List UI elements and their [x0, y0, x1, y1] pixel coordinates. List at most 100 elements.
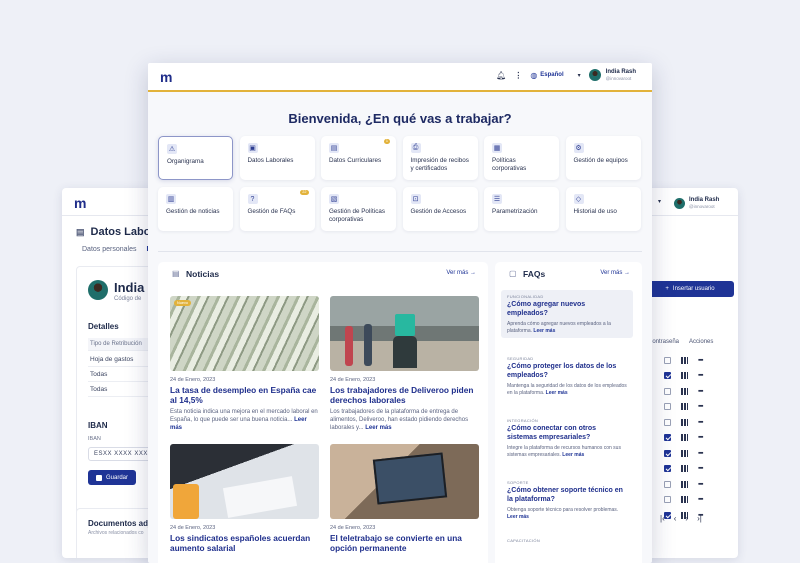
shortcut-tile-gestión-de-accesos[interactable]: ⊡ Gestión de Accesos: [402, 187, 478, 231]
row-checkbox[interactable]: [664, 387, 671, 395]
row-checkbox[interactable]: [664, 372, 671, 379]
news-see-more-link[interactable]: Ver más →: [446, 270, 476, 276]
qr-icon[interactable]: [681, 496, 688, 503]
news-card[interactable]: Nuevo 24 de Enero, 2023 La tasa de desem…: [170, 296, 319, 432]
more-icon[interactable]: ▪▪▪: [698, 388, 704, 395]
shortcut-label: Políticas corporativas: [492, 157, 527, 172]
shortcut-tile-gestión-de-equipos[interactable]: ⚙ Gestión de equipos: [565, 136, 641, 180]
more-icon[interactable]: ▪▪▪: [698, 403, 704, 410]
news-desc: Esta noticia indica una mejora en el mer…: [170, 408, 319, 432]
news-title-text: El teletrabajo se convierte en una opció…: [330, 533, 462, 553]
news-card[interactable]: 24 de Enero, 2023 El teletrabajo se conv…: [330, 444, 479, 553]
kebab-icon[interactable]: ⋮: [514, 71, 522, 80]
faq-item[interactable]: INTEGRACIÓN ¿Cómo conectar con otros sis…: [501, 414, 633, 462]
language-selector[interactable]: ◍ Español: [530, 71, 563, 80]
prev-page-button[interactable]: ‹: [674, 514, 677, 523]
faq-answer: Mantenga la seguridad de los datos de lo…: [507, 383, 627, 396]
more-icon[interactable]: ▪▪▪: [698, 465, 704, 472]
table-row: ▪▪▪: [664, 371, 734, 381]
read-more-link[interactable]: Leer más: [546, 390, 568, 396]
read-more-link[interactable]: Leer más: [365, 425, 391, 431]
shortcut-tile-historial-de-uso[interactable]: ◇ Historial de uso: [565, 187, 641, 231]
more-icon[interactable]: ▪▪▪: [698, 496, 704, 503]
faqs-section: ▢ FAQs Ver más → FUNCIONALIDAD ¿Cómo agr…: [495, 262, 642, 563]
news-card[interactable]: 24 de Enero, 2023 Los trabajadores de De…: [330, 296, 479, 432]
row-checkbox[interactable]: [664, 418, 671, 426]
shortcut-tile-impresión-de-recibos-y-certificados[interactable]: ⎙ Impresión de recibos y certificados: [402, 136, 478, 180]
avatar: [674, 197, 685, 209]
shortcut-tile-gestión-de-faqs[interactable]: ? Gestión de FAQs 22: [239, 187, 315, 231]
qr-icon[interactable]: [681, 403, 688, 410]
more-icon[interactable]: ▪▪▪: [698, 357, 704, 364]
faq-answer-text: Obtenga soporte técnico para resolver pr…: [507, 507, 619, 513]
more-icon[interactable]: ▪▪▪: [698, 450, 704, 457]
table-row: ▪▪▪: [664, 464, 734, 474]
more-icon[interactable]: ▪▪▪: [698, 434, 704, 441]
news-card[interactable]: 24 de Enero, 2023 Los sindicatos español…: [170, 444, 319, 553]
chevron-down-icon[interactable]: ▾: [578, 72, 581, 79]
news-title-text: Los trabajadores de Deliveroo piden dere…: [330, 385, 474, 405]
logo[interactable]: m: [160, 69, 172, 85]
street-image: [330, 296, 479, 371]
documents-title: Documentos adju: [88, 519, 156, 528]
shortcut-tile-organigrama[interactable]: ⚠ Organigrama: [158, 136, 233, 180]
qr-icon[interactable]: [681, 418, 688, 426]
more-icon[interactable]: ▪▪▪: [698, 372, 704, 379]
qr-icon[interactable]: [681, 356, 688, 364]
row-checkbox[interactable]: [664, 465, 671, 472]
shortcut-tile-datos-laborales[interactable]: ▣ Datos Laborales: [239, 136, 315, 180]
faq-answer: Integre la plataforma de recursos humano…: [507, 445, 627, 458]
shortcut-tile-políticas-corporativas[interactable]: ▦ Políticas corporativas: [484, 136, 559, 180]
table-row: ▪▪▪: [664, 402, 734, 412]
bell-icon[interactable]: 🔔︎: [496, 71, 506, 80]
user-email: @innovaroot: [689, 204, 715, 209]
more-icon[interactable]: ▪▪▪: [698, 419, 704, 426]
qr-icon[interactable]: [681, 449, 688, 457]
profile-sub: Código de: [114, 296, 142, 302]
row-checkbox[interactable]: [664, 434, 671, 441]
faq-item[interactable]: FUNCIONALIDAD ¿Cómo agregar nuevos emple…: [501, 290, 633, 338]
rider-shape: [393, 336, 417, 368]
table-row: ▪▪▪: [664, 355, 734, 365]
user-menu[interactable]: India Rash @innovaroot: [588, 69, 636, 81]
more-icon[interactable]: ▪▪▪: [698, 481, 704, 488]
news-icon: ▤: [172, 269, 180, 278]
read-more-link[interactable]: Leer más: [507, 514, 529, 520]
shortcut-tile-datos-curriculares[interactable]: ▤ Datos Curriculares 1: [321, 136, 396, 180]
qr-icon[interactable]: [681, 465, 688, 472]
qr-icon[interactable]: [681, 480, 688, 488]
last-page-button[interactable]: ›|: [697, 514, 702, 523]
chevron-down-icon[interactable]: ▾: [658, 198, 661, 205]
user-name: India Rash: [605, 69, 636, 75]
qr-icon[interactable]: [681, 434, 688, 441]
user-menu[interactable]: India Rash @innovaroot: [674, 197, 719, 209]
faq-item[interactable]: SEGURIDAD ¿Cómo proteger los datos de lo…: [501, 352, 633, 400]
save-button[interactable]: Guardar: [88, 470, 136, 485]
shortcut-tile-parametrización[interactable]: ☰ Parametrización: [484, 187, 559, 231]
row-checkbox[interactable]: [664, 449, 671, 457]
faq-item[interactable]: CAPACITACIÓN: [501, 534, 633, 547]
briefcase-icon: ▤: [76, 226, 85, 237]
iban-title: IBAN: [88, 421, 108, 430]
read-more-link[interactable]: Leer más: [533, 328, 555, 334]
faqs-title: FAQs: [523, 269, 546, 279]
globe-icon: ◍: [530, 70, 538, 80]
chat-icon: ▢: [509, 269, 517, 278]
read-more-link[interactable]: Leer más: [562, 452, 584, 458]
row-checkbox[interactable]: [664, 480, 671, 488]
qr-icon[interactable]: [681, 387, 688, 395]
row-checkbox[interactable]: [664, 356, 671, 364]
insert-user-button[interactable]: + Insertar usuario: [646, 281, 734, 297]
next-page-button[interactable]: ›: [685, 514, 688, 523]
row-checkbox[interactable]: [664, 403, 671, 410]
faq-item[interactable]: SOPORTE ¿Cómo obtener soporte técnico en…: [501, 476, 633, 524]
first-page-button[interactable]: |‹: [660, 514, 665, 523]
new-badge: Nuevo: [174, 300, 191, 306]
shortcut-tile-gestión-de-políticas-corporativas[interactable]: ▧ Gestión de Políticas corporativas: [321, 187, 396, 231]
row-checkbox[interactable]: [664, 496, 671, 503]
shortcut-tile-gestión-de-noticias[interactable]: ▥ Gestión de noticias: [158, 187, 233, 231]
qr-icon[interactable]: [681, 372, 688, 379]
chart-paper-shape: [222, 476, 298, 518]
tab-datos-personales[interactable]: Datos personales: [82, 246, 136, 253]
faqs-see-more-link[interactable]: Ver más →: [600, 270, 630, 276]
